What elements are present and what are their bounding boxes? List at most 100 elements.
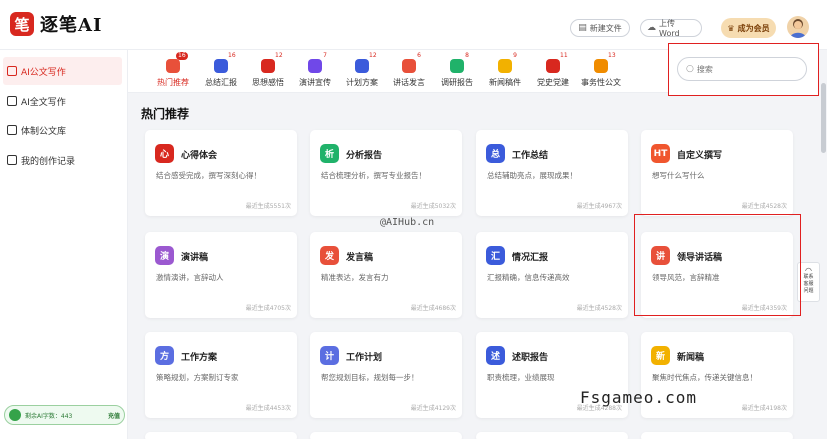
category-tab-9[interactable]: 13 事务性公文 <box>576 52 626 91</box>
template-card-partial[interactable] <box>310 432 462 439</box>
category-count-badge: 16 <box>228 52 236 59</box>
template-icon: 述 <box>486 346 505 365</box>
search-input[interactable] <box>696 64 797 74</box>
sidebar: AI公文写作 AI全文写作 体制公文库 我的创作记录 剩余AI字数：443 充值 <box>0 50 128 439</box>
category-tab-8[interactable]: 11 党史党建 <box>528 52 578 91</box>
category-icon <box>355 59 369 73</box>
app-logo[interactable]: 笔 逐笔AI <box>10 11 102 37</box>
search-highlight-box: ○ <box>668 43 819 96</box>
user-avatar-icon <box>790 19 806 38</box>
avatar[interactable] <box>787 16 809 38</box>
category-tab-4[interactable]: 12 计划方案 <box>337 52 387 91</box>
scrollbar[interactable] <box>820 50 827 439</box>
category-count-badge: 6 <box>417 52 421 59</box>
category-count-badge: 11 <box>560 52 568 59</box>
template-icon: 新 <box>651 346 670 365</box>
template-card[interactable]: 计工作计划 帮您规划目标，规划每一步！ 最近生成4129次 <box>310 332 462 418</box>
category-icon <box>214 59 228 73</box>
template-title: 新闻稿 <box>677 353 705 363</box>
template-icon: 方 <box>155 346 174 365</box>
crown-icon: ♛ <box>727 23 735 33</box>
template-card-partial[interactable] <box>476 432 628 439</box>
category-tab-2[interactable]: 12 思想感悟 <box>243 52 293 91</box>
recharge-link[interactable]: 充值 <box>108 411 120 420</box>
template-usage-count: 最近生成4686次 <box>410 305 456 312</box>
template-icon: 析 <box>320 144 339 163</box>
sidebar-item-label: 我的创作记录 <box>21 156 76 167</box>
template-card-partial[interactable] <box>641 432 793 439</box>
template-card-partial[interactable] <box>145 432 297 439</box>
template-card[interactable]: 心心得体会 结合感受完成，撰写深刻心得！ 最近生成5551次 <box>145 130 297 216</box>
pen-icon <box>7 66 17 76</box>
template-title: 心得体会 <box>181 151 218 161</box>
category-tab-5[interactable]: 6 讲话发言 <box>384 52 434 91</box>
sidebar-item-history[interactable]: 我的创作记录 <box>3 146 122 174</box>
template-card[interactable]: 演演讲稿 激情演讲，言辞动人 最近生成4705次 <box>145 232 297 318</box>
template-description: 想写什么写什么 <box>652 171 705 180</box>
template-usage-count: 最近生成4453次 <box>245 405 291 412</box>
category-tab-6[interactable]: 8 调研报告 <box>432 52 482 91</box>
template-card[interactable]: 汇情况汇报 汇报精确，信息传递高效 最近生成4528次 <box>476 232 628 318</box>
template-icon: 演 <box>155 246 174 265</box>
scrollbar-thumb[interactable] <box>821 83 826 153</box>
quota-bar: 剩余AI字数：443 充值 <box>4 405 125 425</box>
template-usage-count: 最近生成5551次 <box>245 203 291 210</box>
category-label: 热门推荐 <box>157 78 189 87</box>
new-document-label: 新建文件 <box>589 23 622 33</box>
vip-button[interactable]: ♛ 成为会员 <box>721 18 776 38</box>
category-icon <box>166 59 180 73</box>
category-count-badge: 9 <box>513 52 517 59</box>
watermark-fsgameo: Fsgameo.com <box>580 388 697 407</box>
template-usage-count: 最近生成4705次 <box>245 305 291 312</box>
template-usage-count: 最近生成4198次 <box>741 405 787 412</box>
category-count-badge: 16 <box>176 52 188 60</box>
template-description: 职责梳理，业绩展现 <box>487 373 555 382</box>
sidebar-item-ai-fulltext[interactable]: AI全文写作 <box>3 87 122 115</box>
template-card[interactable]: 总工作总结 总结辅助亮点，展现成果！ 最近生成4967次 <box>476 130 628 216</box>
template-usage-count: 最近生成4528次 <box>741 203 787 210</box>
template-title: 工作计划 <box>346 353 383 363</box>
category-tab-0[interactable]: 16 热门推荐 <box>148 52 198 91</box>
sidebar-item-ai-document[interactable]: AI公文写作 <box>3 57 122 85</box>
category-bar: 16 热门推荐 16 总结汇报 12 思想感悟 7 演讲宣传 12 计划方案 6 讲话发言 8 调研报告 9… <box>128 50 668 93</box>
folder-icon <box>7 125 17 135</box>
category-label: 计划方案 <box>346 78 378 87</box>
search-box[interactable]: ○ <box>677 57 807 81</box>
template-card[interactable]: HT 自定义撰写 想写什么写什么 最近生成4528次 <box>641 130 793 216</box>
category-tab-7[interactable]: 9 新闻稿件 <box>480 52 530 91</box>
template-title: 演讲稿 <box>181 253 209 263</box>
category-label: 调研报告 <box>441 78 473 87</box>
template-card[interactable]: 析分析报告 结合梳理分析，撰写专业报告！ 最近生成5032次 <box>310 130 462 216</box>
category-tab-3[interactable]: 7 演讲宣传 <box>290 52 340 91</box>
history-icon <box>7 155 17 165</box>
upload-word-button[interactable]: ☁ 上传Word <box>640 19 702 38</box>
category-count-badge: 8 <box>465 52 469 59</box>
category-count-badge: 7 <box>323 52 327 59</box>
template-usage-count: 最近生成4528次 <box>576 305 622 312</box>
category-tab-1[interactable]: 16 总结汇报 <box>196 52 246 91</box>
template-description: 结合感受完成，撰写深刻心得！ <box>156 171 261 180</box>
new-document-button[interactable]: ▤ 新建文件 <box>570 19 630 37</box>
template-description: 聚焦时代焦点，传递关键信息！ <box>652 373 757 382</box>
vip-label: 成为会员 <box>737 23 770 33</box>
category-label: 总结汇报 <box>205 78 237 87</box>
template-description: 策略规划，方案制订专家 <box>156 373 239 382</box>
app-name: 逐笔AI <box>40 15 103 36</box>
template-description: 精准表达，发言有力 <box>321 273 389 282</box>
template-icon: HT <box>651 144 670 163</box>
side-tool-line-1: 联系 <box>803 274 814 280</box>
document-icon: ▤ <box>578 23 587 33</box>
search-icon: ○ <box>686 64 694 74</box>
template-title: 工作方案 <box>181 353 218 363</box>
template-usage-count: 最近生成4129次 <box>410 405 456 412</box>
template-card[interactable]: 方工作方案策略规划，方案制订专家最近生成4453次 <box>145 332 297 418</box>
template-card[interactable]: 发发言稿 精准表达，发言有力 最近生成4686次 <box>310 232 462 318</box>
category-label: 党史党建 <box>537 78 569 87</box>
sidebar-item-library[interactable]: 体制公文库 <box>3 116 122 144</box>
category-icon <box>308 59 322 73</box>
template-title: 工作总结 <box>512 151 549 161</box>
cloud-upload-icon: ☁ <box>647 23 656 33</box>
template-title: 分析报告 <box>346 151 383 161</box>
category-icon <box>261 59 275 73</box>
template-title: 情况汇报 <box>512 253 549 263</box>
